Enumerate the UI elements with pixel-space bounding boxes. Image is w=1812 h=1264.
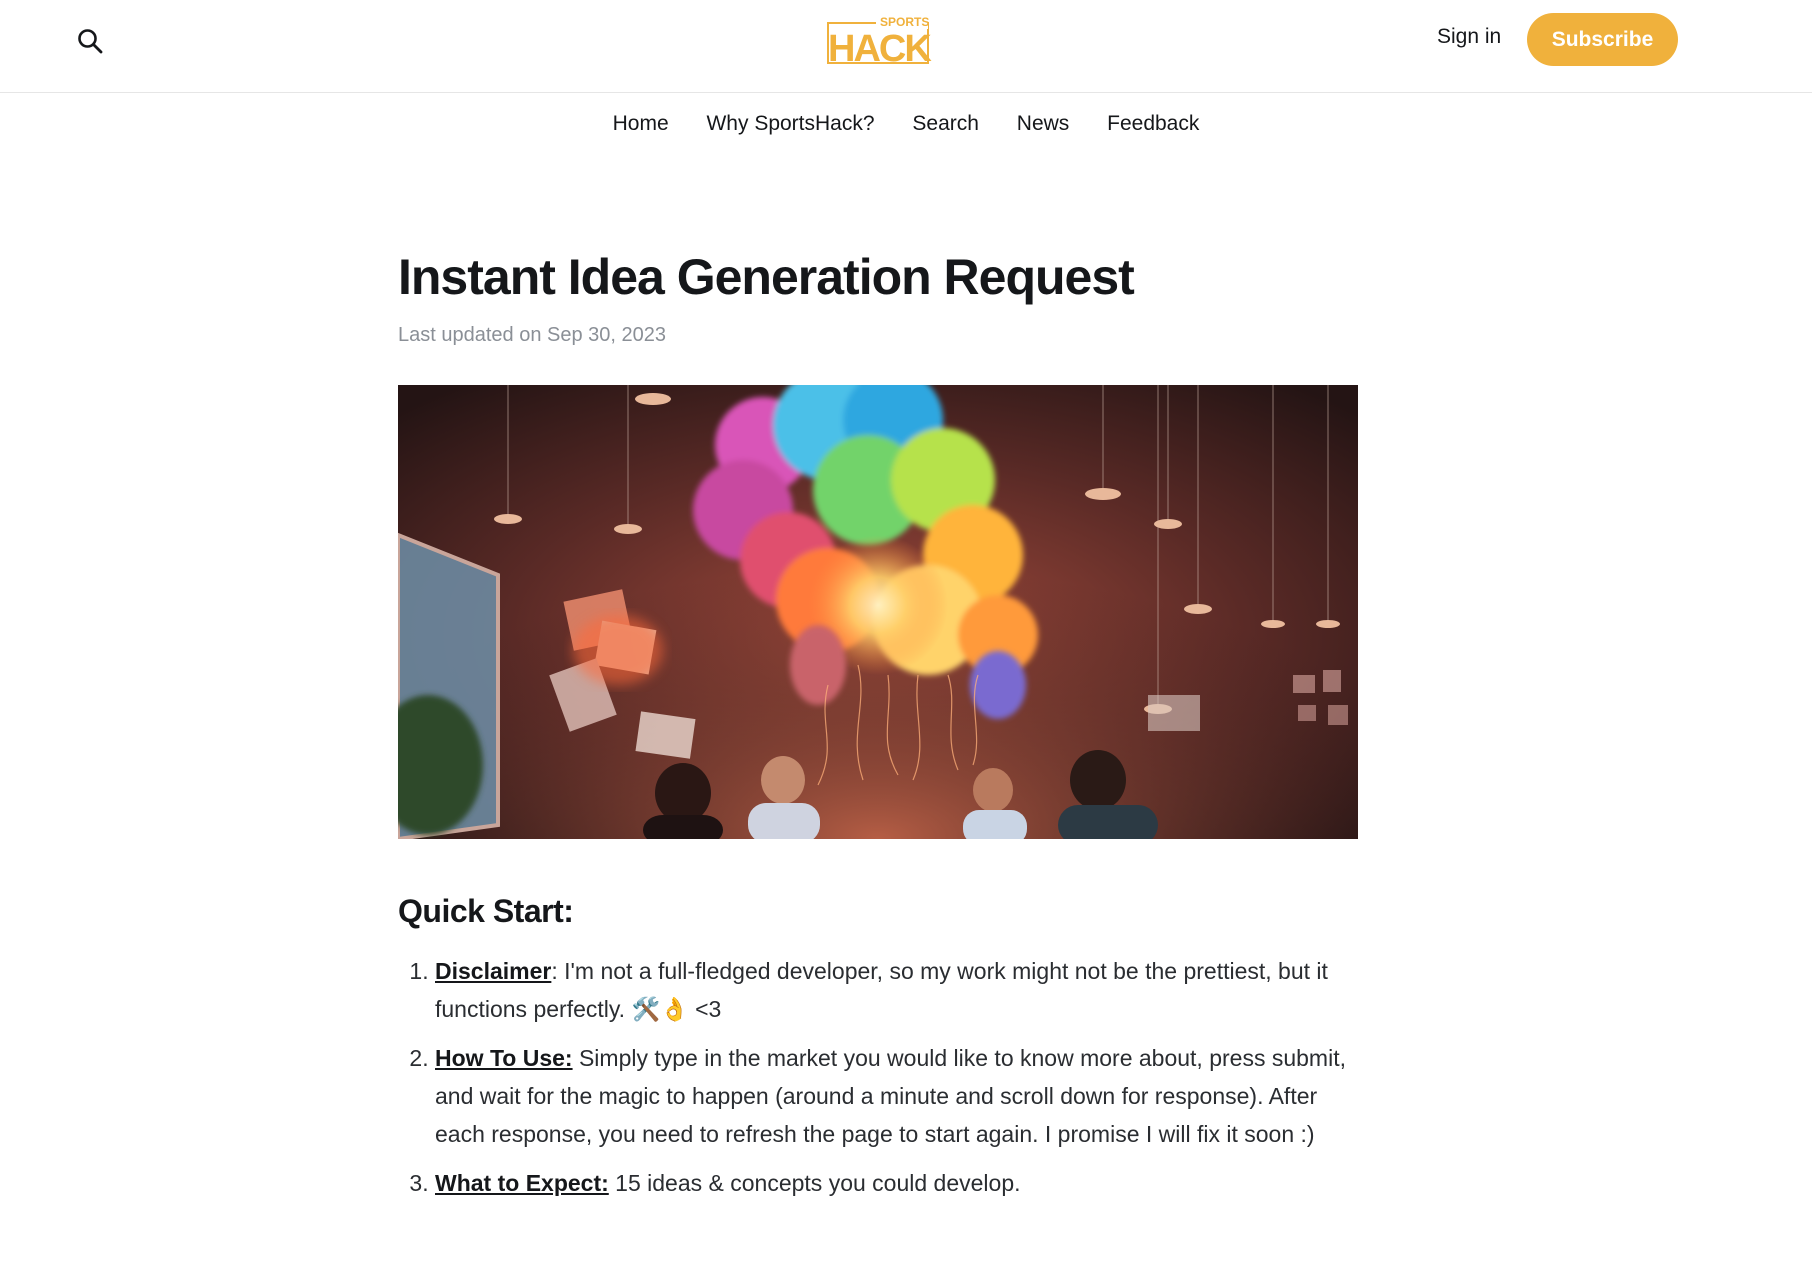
logo-sports-text: SPORTS bbox=[880, 15, 929, 29]
nav-item-news[interactable]: News bbox=[1017, 112, 1070, 136]
disclaimer-link[interactable]: Disclaimer bbox=[435, 958, 551, 984]
list-item-text: Simply type in the market you would like… bbox=[435, 1045, 1346, 1147]
quick-start-heading: Quick Start: bbox=[398, 893, 574, 929]
article: Instant Idea Generation Request Last upd… bbox=[398, 242, 1358, 1213]
main-nav: Home Why SportsHack? Search News Feedbac… bbox=[0, 112, 1812, 136]
logo-hack-text: HACK bbox=[828, 28, 932, 67]
nav-item-home[interactable]: Home bbox=[613, 112, 669, 136]
hero-image bbox=[398, 385, 1358, 839]
nav-item-feedback[interactable]: Feedback bbox=[1107, 112, 1199, 136]
site-header: SPORTS HACK Sign in Subscribe bbox=[0, 0, 1812, 93]
last-updated-date: Last updated on Sep 30, 2023 bbox=[398, 324, 667, 346]
nav-item-why-sportshack[interactable]: Why SportsHack? bbox=[706, 112, 874, 136]
list-item-text: : I'm not a full-fledged developer, so m… bbox=[435, 958, 1328, 1022]
how-to-use-link[interactable]: How To Use: bbox=[435, 1045, 573, 1071]
quick-start-list: Disclaimer: I'm not a full-fledged devel… bbox=[398, 952, 1358, 1202]
search-icon[interactable] bbox=[76, 27, 104, 55]
list-item-text: 15 ideas & concepts you could develop. bbox=[608, 1170, 1021, 1196]
list-item: What to Expect: 15 ideas & concepts you … bbox=[435, 1164, 1358, 1202]
subscribe-button[interactable]: Subscribe bbox=[1527, 13, 1678, 66]
sign-in-link[interactable]: Sign in bbox=[1437, 25, 1501, 49]
list-item: How To Use: Simply type in the market yo… bbox=[435, 1039, 1358, 1153]
page-title: Instant Idea Generation Request bbox=[398, 249, 1135, 305]
nav-item-search[interactable]: Search bbox=[912, 112, 979, 136]
site-logo[interactable]: SPORTS HACK bbox=[826, 13, 934, 70]
what-to-expect-link[interactable]: What to Expect: bbox=[435, 1170, 609, 1196]
list-item: Disclaimer: I'm not a full-fledged devel… bbox=[435, 952, 1358, 1028]
